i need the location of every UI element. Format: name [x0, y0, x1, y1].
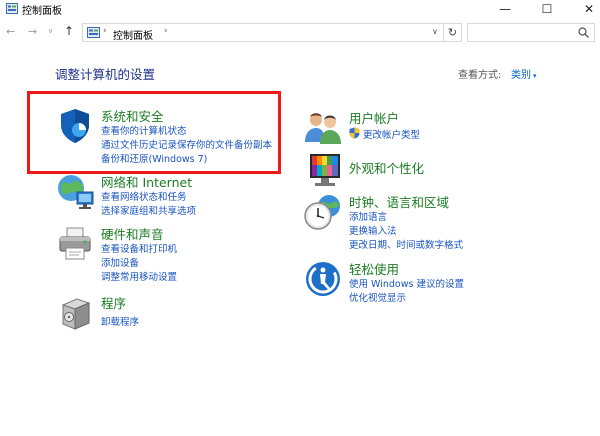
link-change-account-type[interactable]: 更改帐户类型	[363, 127, 420, 141]
breadcrumb-separator-icon[interactable]: ›	[103, 26, 107, 36]
search-input[interactable]	[467, 23, 595, 42]
back-arrow-icon[interactable]: ←	[6, 25, 15, 38]
link-devices-printers[interactable]: 查看设备和打印机	[101, 241, 177, 255]
link-optimize-visual-display[interactable]: 优化视觉显示	[349, 290, 406, 304]
clock-globe-icon[interactable]	[303, 192, 343, 232]
link-network-status[interactable]: 查看网络状态和任务	[101, 189, 187, 203]
category-heading-user-accounts[interactable]: 用户帐户	[349, 108, 399, 127]
users-icon[interactable]	[303, 108, 343, 148]
monitor-palette-icon[interactable]	[303, 150, 343, 190]
navigation-bar: ← → ∨ ↑ › 控制面板 › ∨ ↻	[0, 22, 600, 44]
address-bar[interactable]: › 控制面板 › ∨	[82, 23, 444, 42]
category-heading-programs[interactable]: 程序	[101, 293, 126, 312]
window-title: 控制面板	[22, 6, 62, 17]
globe-network-icon[interactable]	[55, 172, 95, 212]
recent-locations-icon[interactable]: ∨	[48, 27, 53, 35]
dropdown-arrow-icon[interactable]: ▾	[533, 72, 537, 80]
link-mobility-settings[interactable]: 调整常用移动设置	[101, 269, 177, 283]
link-change-input-method[interactable]: 更换输入法	[349, 223, 397, 237]
link-change-date-time-format[interactable]: 更改日期、时间或数字格式	[349, 237, 463, 251]
breadcrumb-separator-icon[interactable]: ›	[164, 26, 168, 36]
accessibility-icon[interactable]	[303, 259, 343, 299]
page-title: 调整计算机的设置	[55, 67, 156, 82]
title-bar: 控制面板 — ☐ ✕	[0, 0, 600, 18]
control-panel-app-icon	[6, 3, 18, 14]
chevron-down-icon[interactable]: ∨	[432, 27, 438, 36]
minimize-button[interactable]: —	[488, 0, 522, 18]
search-icon[interactable]	[578, 27, 589, 38]
printer-icon[interactable]	[55, 224, 95, 264]
view-by-dropdown[interactable]: 类别 ▾	[511, 66, 537, 81]
link-uninstall-program[interactable]: 卸载程序	[101, 314, 139, 328]
refresh-button[interactable]: ↻	[444, 23, 462, 42]
up-arrow-icon[interactable]: ↑	[64, 24, 74, 38]
link-add-device[interactable]: 添加设备	[101, 255, 139, 269]
view-by-value[interactable]: 类别	[511, 70, 531, 81]
programs-box-icon[interactable]	[55, 293, 95, 333]
breadcrumb-control-panel[interactable]: 控制面板	[113, 27, 153, 42]
view-by-label: 查看方式:	[458, 70, 502, 81]
category-heading-appearance[interactable]: 外观和个性化	[349, 158, 424, 177]
maximize-button[interactable]: ☐	[530, 0, 564, 18]
link-add-language[interactable]: 添加语言	[349, 209, 387, 223]
control-panel-icon	[87, 27, 100, 38]
link-windows-recommended-settings[interactable]: 使用 Windows 建议的设置	[349, 276, 464, 290]
link-homegroup-sharing[interactable]: 选择家庭组和共享选项	[101, 203, 196, 217]
uac-shield-icon	[349, 127, 360, 139]
forward-arrow-icon[interactable]: →	[28, 25, 37, 38]
highlight-box	[27, 91, 281, 174]
close-button[interactable]: ✕	[572, 0, 600, 18]
